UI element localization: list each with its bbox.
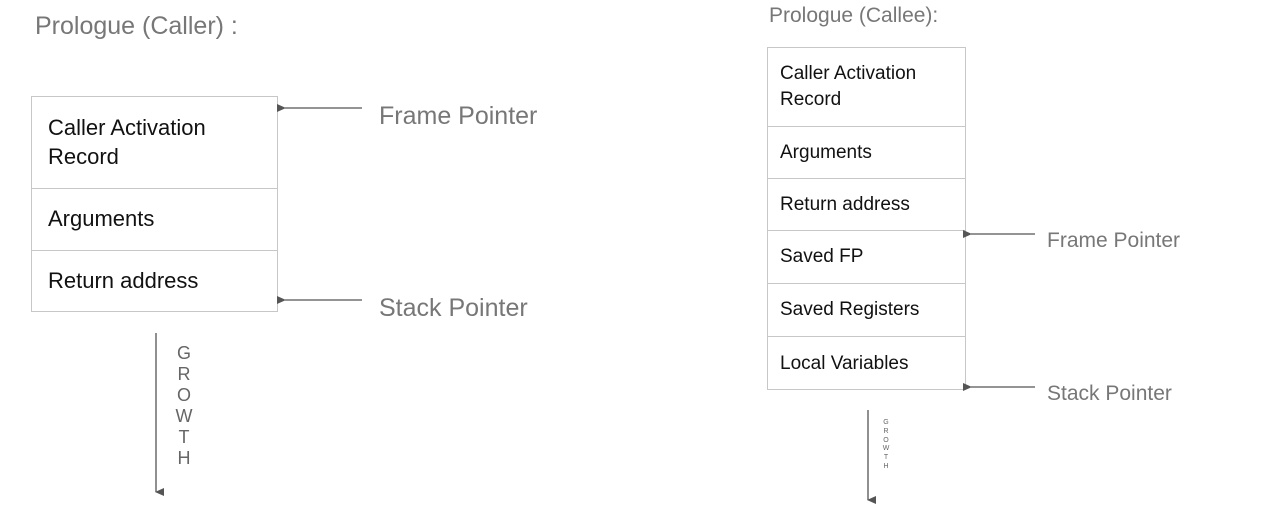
arrows-layer <box>155 104 1035 504</box>
